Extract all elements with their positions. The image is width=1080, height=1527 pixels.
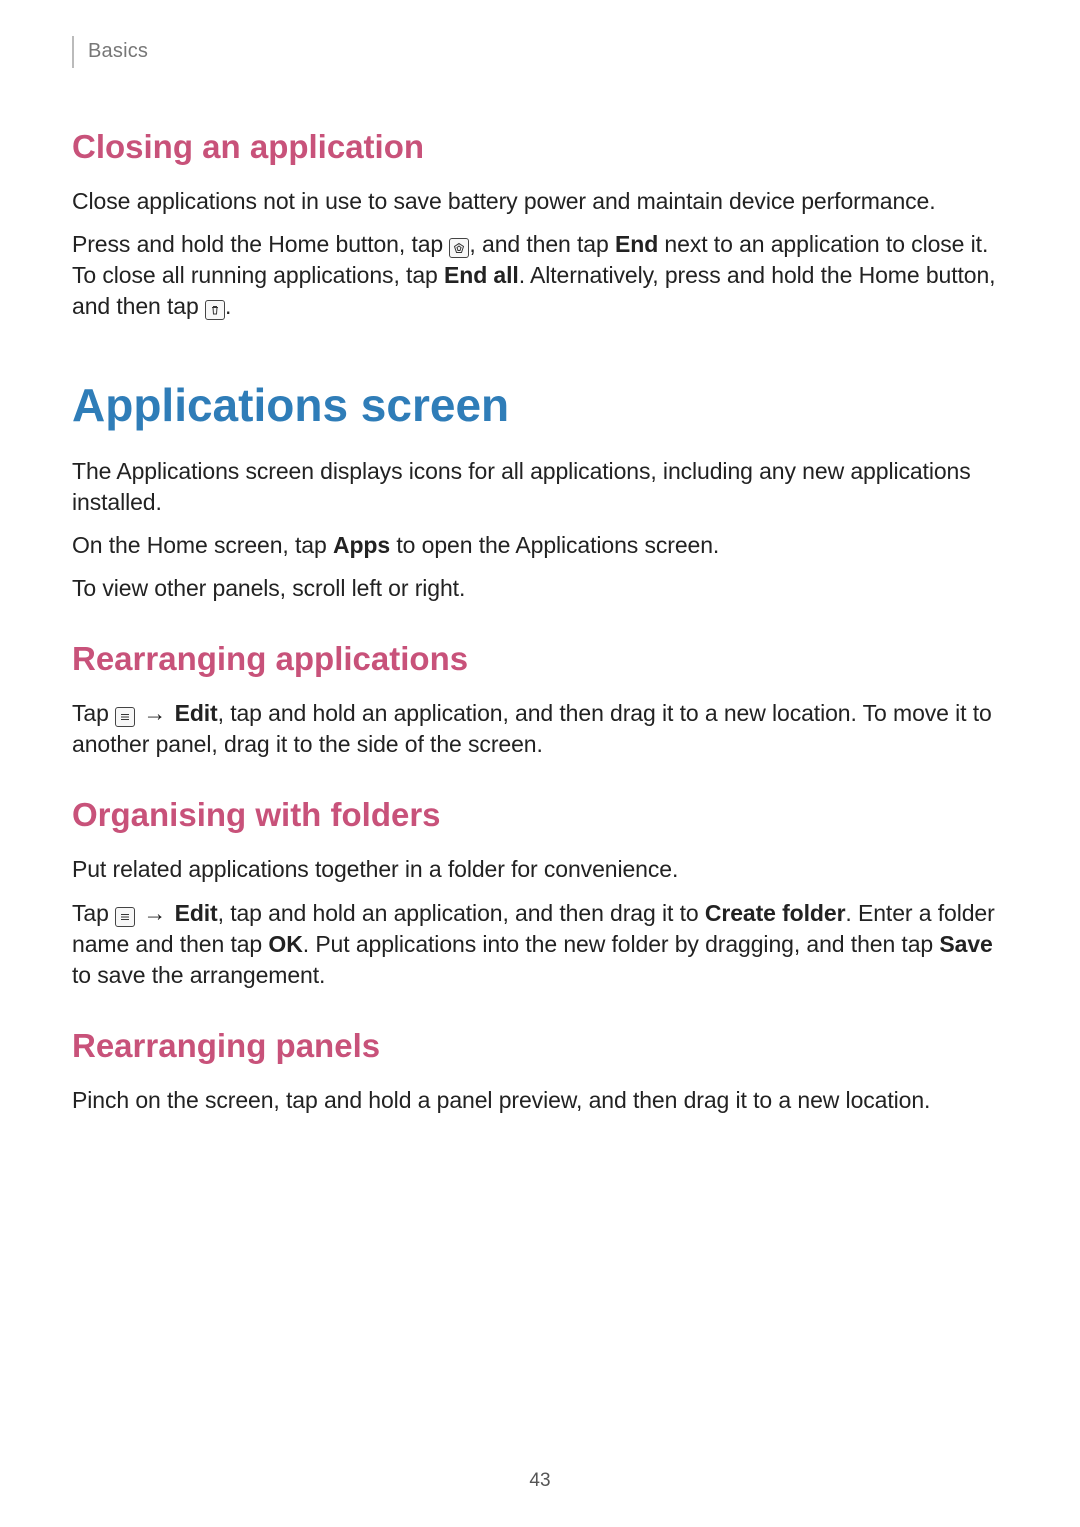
text-fragment: Tap	[72, 700, 115, 726]
paragraph: Tap → Edit, tap and hold an application,…	[72, 898, 1008, 991]
text-fragment: , and then tap	[469, 231, 615, 257]
page-number: 43	[0, 1470, 1080, 1492]
paragraph: Tap → Edit, tap and hold an application,…	[72, 698, 1008, 760]
bold-apps: Apps	[333, 532, 390, 558]
heading-closing-application: Closing an application	[72, 128, 1008, 166]
bold-ok: OK	[268, 931, 302, 957]
paragraph: To view other panels, scroll left or rig…	[72, 573, 1008, 604]
text-fragment: On the Home screen, tap	[72, 532, 333, 558]
bold-create-folder: Create folder	[705, 900, 846, 926]
menu-icon	[115, 707, 135, 727]
heading-organising-folders: Organising with folders	[72, 796, 1008, 834]
bold-end: End	[615, 231, 658, 257]
text-fragment: , tap and hold an application, and then …	[218, 900, 705, 926]
heading-rearranging-panels: Rearranging panels	[72, 1027, 1008, 1065]
section-organising-folders: Organising with folders Put related appl…	[72, 796, 1008, 990]
text-fragment: to open the Applications screen.	[390, 532, 719, 558]
bold-edit: Edit	[175, 700, 218, 726]
text-fragment: .	[225, 293, 231, 319]
text-fragment: . Put applications into the new folder b…	[303, 931, 940, 957]
paragraph: Close applications not in use to save ba…	[72, 186, 1008, 217]
document-page: Basics Closing an application Close appl…	[0, 0, 1080, 1116]
task-manager-icon	[449, 238, 469, 258]
paragraph: Pinch on the screen, tap and hold a pane…	[72, 1085, 1008, 1116]
heading-rearranging-applications: Rearranging applications	[72, 640, 1008, 678]
paragraph: On the Home screen, tap Apps to open the…	[72, 530, 1008, 561]
paragraph: The Applications screen displays icons f…	[72, 456, 1008, 518]
section-rearranging-panels: Rearranging panels Pinch on the screen, …	[72, 1027, 1008, 1116]
section-closing-application: Closing an application Close application…	[72, 128, 1008, 322]
section-applications-screen: The Applications screen displays icons f…	[72, 456, 1008, 604]
close-all-icon	[205, 300, 225, 320]
arrow-icon: →	[141, 700, 168, 726]
text-fragment: Tap	[72, 900, 115, 926]
paragraph: Press and hold the Home button, tap , an…	[72, 229, 1008, 322]
page-header: Basics	[72, 40, 1008, 68]
bold-save: Save	[939, 931, 992, 957]
heading-applications-screen: Applications screen	[72, 378, 1008, 432]
text-fragment: Press and hold the Home button, tap	[72, 231, 449, 257]
section-rearranging-applications: Rearranging applications Tap → Edit, tap…	[72, 640, 1008, 760]
text-fragment: to save the arrangement.	[72, 962, 325, 988]
paragraph: Put related applications together in a f…	[72, 854, 1008, 885]
breadcrumb: Basics	[88, 40, 148, 63]
header-rule	[72, 36, 74, 68]
menu-icon	[115, 907, 135, 927]
bold-edit: Edit	[175, 900, 218, 926]
arrow-icon: →	[141, 900, 168, 926]
bold-end-all: End all	[444, 262, 519, 288]
